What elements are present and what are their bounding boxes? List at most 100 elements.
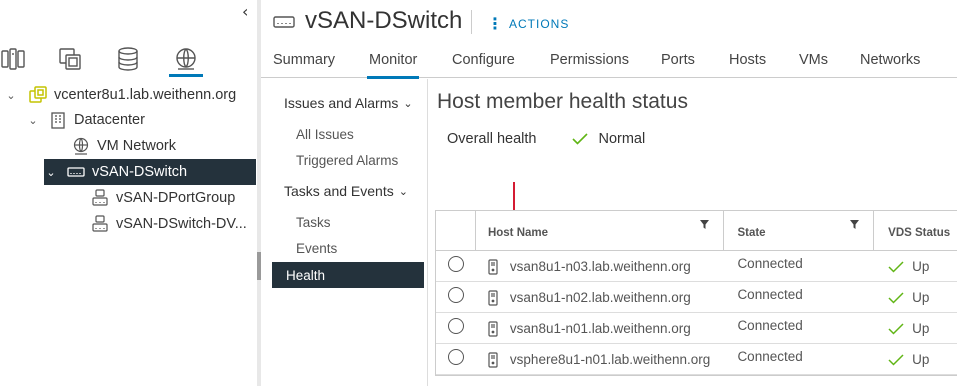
- tree-node-label: vSAN-DSwitch: [92, 164, 188, 180]
- overall-health-status: Normal: [572, 131, 645, 147]
- group-label: Tasks and Events: [284, 183, 394, 199]
- storage-icon: [118, 47, 138, 71]
- column-label: VDS Status: [888, 227, 951, 239]
- tab-networks[interactable]: Networks: [860, 52, 920, 68]
- tab-networking[interactable]: [169, 42, 203, 77]
- host-server-icon: [488, 320, 498, 337]
- column-header-host-name[interactable]: Host Name: [476, 211, 725, 251]
- tree-node-label: VM Network: [97, 138, 176, 154]
- portgroup-icon: [90, 189, 110, 207]
- check-icon: [572, 133, 589, 145]
- tree-node-vsan-dportgroup[interactable]: vSAN-DPortGroup: [90, 185, 235, 211]
- host-name[interactable]: vsan8u1-n03.lab.weithenn.org: [510, 259, 691, 274]
- group-tasks-and-events[interactable]: Tasks and Events ⌄: [284, 183, 408, 199]
- tree-node-vm-network[interactable]: VM Network: [71, 133, 176, 159]
- tree-node-vsan-dswitch-dvuplinks[interactable]: vSAN-DSwitch-DV...: [90, 211, 247, 237]
- table-row[interactable]: vsphere8u1-n01.lab.weithenn.org Connecte…: [436, 344, 957, 375]
- state-cell: Connected: [724, 251, 874, 282]
- overall-health: Overall health Normal: [447, 131, 645, 147]
- tab-vms[interactable]: VMs: [799, 52, 828, 68]
- chevron-down-icon: ⌄: [398, 184, 408, 198]
- actions-label: ACTIONS: [509, 17, 570, 31]
- tab-ports[interactable]: Ports: [661, 52, 695, 68]
- tab-summary[interactable]: Summary: [273, 52, 335, 68]
- grid-header: Host Name State VDS Status: [436, 211, 957, 251]
- subnav-item-tasks[interactable]: Tasks: [296, 215, 331, 230]
- table-row[interactable]: vsan8u1-n02.lab.weithenn.org Connected U…: [436, 282, 957, 313]
- filter-icon[interactable]: [700, 220, 710, 229]
- actions-menu-button[interactable]: ⋮ ACTIONS: [487, 14, 569, 34]
- check-icon: [888, 322, 904, 335]
- overall-health-value: Normal: [598, 131, 646, 147]
- host-name-cell: vsan8u1-n03.lab.weithenn.org: [476, 251, 725, 282]
- network-icon: [71, 137, 91, 155]
- section-title: Host member health status: [437, 90, 688, 113]
- chevron-down-icon[interactable]: ⌄: [44, 166, 58, 179]
- host-name-cell: vsphere8u1-n01.lab.weithenn.org: [476, 344, 725, 375]
- tree-node-label: Datacenter: [74, 112, 145, 128]
- tree-node-datacenter[interactable]: ⌄ Datacenter: [26, 107, 145, 133]
- column-label: State: [737, 227, 766, 239]
- overall-health-label: Overall health: [447, 131, 537, 147]
- host-name[interactable]: vsphere8u1-n01.lab.weithenn.org: [510, 352, 710, 367]
- row-radio[interactable]: [447, 317, 464, 334]
- health-content: Host member health status Overall health…: [428, 79, 957, 386]
- select-column-header: [436, 211, 476, 251]
- monitor-subnav: Issues and Alarms ⌄ All Issues Triggered…: [261, 79, 428, 386]
- row-radio[interactable]: [447, 255, 464, 272]
- host-name[interactable]: vsan8u1-n02.lab.weithenn.org: [510, 290, 691, 305]
- state-value: Connected: [737, 318, 803, 333]
- column-header-state[interactable]: State: [724, 211, 875, 251]
- row-select-cell: [436, 251, 476, 282]
- subnav-item-triggered-alarms[interactable]: Triggered Alarms: [296, 153, 398, 168]
- column-label: Host Name: [487, 227, 549, 239]
- dswitch-icon: [66, 163, 86, 181]
- vds-status-value: Up: [912, 321, 930, 336]
- row-radio[interactable]: [447, 348, 464, 365]
- host-health-grid: Host Name State VDS Status vsan8u1-n03.l…: [435, 210, 957, 376]
- tab-permissions[interactable]: Permissions: [550, 52, 629, 68]
- vms-templates-icon: [59, 48, 81, 70]
- hosts-clusters-icon: [1, 48, 25, 70]
- collapse-navigator-button[interactable]: ‹: [242, 2, 248, 21]
- table-row[interactable]: vsan8u1-n03.lab.weithenn.org Connected U…: [436, 251, 957, 282]
- tab-hosts[interactable]: Hosts: [729, 52, 766, 68]
- chevron-down-icon[interactable]: ⌄: [26, 114, 40, 127]
- subnav-item-health[interactable]: Health: [272, 262, 424, 288]
- dswitch-icon: [273, 12, 295, 33]
- column-header-vds-status[interactable]: VDS Status: [874, 211, 957, 251]
- vds-status-value: Up: [912, 352, 930, 367]
- filter-icon[interactable]: [850, 220, 860, 229]
- vertical-ellipsis-icon: ⋮: [487, 16, 503, 33]
- tab-monitor[interactable]: Monitor: [366, 52, 420, 79]
- subnav-item-all-issues[interactable]: All Issues: [296, 127, 354, 142]
- host-server-icon: [488, 258, 498, 275]
- tree-node-label: vSAN-DPortGroup: [116, 190, 236, 206]
- vds-status-value: Up: [912, 259, 930, 274]
- datacenter-icon: [48, 111, 68, 129]
- tree-node-vsan-dswitch[interactable]: ⌄ vSAN-DSwitch: [44, 159, 256, 185]
- host-server-icon: [488, 351, 498, 368]
- state-value: Connected: [737, 349, 803, 364]
- state-cell: Connected: [724, 313, 874, 344]
- table-row[interactable]: vsan8u1-n01.lab.weithenn.org Connected U…: [436, 313, 957, 344]
- vds-status-cell: Up: [874, 344, 957, 375]
- row-select-cell: [436, 344, 476, 375]
- vds-status-cell: Up: [874, 251, 957, 282]
- check-icon: [888, 353, 904, 366]
- row-radio[interactable]: [447, 286, 464, 303]
- chevron-down-icon[interactable]: ⌄: [4, 89, 18, 102]
- vcenter-icon: [28, 86, 48, 104]
- tab-configure[interactable]: Configure: [452, 52, 515, 68]
- subnav-item-events[interactable]: Events: [296, 241, 337, 256]
- tab-storage[interactable]: [111, 42, 145, 76]
- tab-vms-templates[interactable]: [53, 42, 87, 76]
- state-cell: Connected: [724, 282, 874, 313]
- host-server-icon: [488, 289, 498, 306]
- check-icon: [888, 291, 904, 304]
- group-issues-and-alarms[interactable]: Issues and Alarms ⌄: [284, 95, 413, 111]
- inventory-navigator: ‹ ⌄ vcenter8u1.lab.weithenn.org ⌄ Datace…: [0, 0, 257, 386]
- tab-hosts-clusters[interactable]: [0, 42, 30, 76]
- host-name[interactable]: vsan8u1-n01.lab.weithenn.org: [510, 321, 691, 336]
- tree-node-vcenter[interactable]: ⌄ vcenter8u1.lab.weithenn.org: [4, 82, 236, 108]
